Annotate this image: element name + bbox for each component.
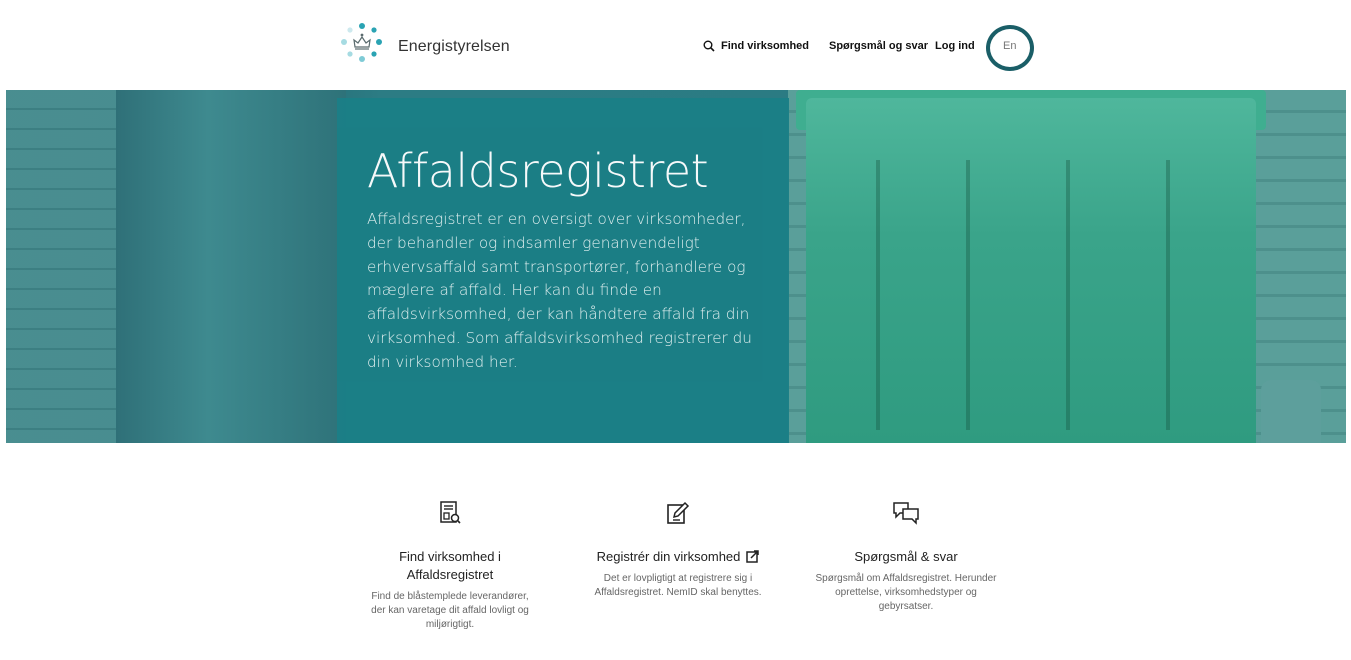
language-switch[interactable]: En — [1003, 40, 1016, 52]
edit-document-icon — [667, 501, 690, 524]
card-register-company[interactable]: Registrér din virksomhed Det er lovpligt… — [583, 500, 773, 600]
site-header: Energistyrelsen Find virksomhed Spørgsmå… — [0, 0, 1351, 90]
nav-find-company[interactable]: Find virksomhed — [703, 40, 813, 52]
hero-background-wall — [6, 90, 116, 443]
card-register-desc: Det er lovpligtigt at registrere sig i A… — [594, 573, 762, 598]
hero-bin-rib — [966, 160, 970, 430]
card-register-title: Registrér din virksomhed — [596, 549, 741, 564]
hero-background-door — [116, 90, 346, 443]
hero-card: Affaldsregistret Affaldsregistret er en … — [337, 98, 789, 443]
card-faq[interactable]: Spørgsmål & svar Spørgsmål om Affaldsreg… — [811, 500, 1001, 614]
crown-logo-icon — [341, 23, 382, 62]
nav-login[interactable]: Log ind — [935, 40, 975, 52]
search-icon — [703, 40, 715, 52]
hero-pipe — [1261, 380, 1321, 443]
hero-bin-rib — [876, 160, 880, 430]
hero-description: Affaldsregistret er en oversigt over vir… — [367, 210, 752, 371]
card-register-title-row[interactable]: Registrér din virksomhed — [583, 548, 773, 566]
nav-faq[interactable]: Spørgsmål og svar — [829, 40, 928, 52]
feature-cards: Find virksomhed i Affaldsregistret Find … — [0, 500, 1351, 660]
nav-find-label: Find virksomhed — [721, 40, 810, 52]
nav-login-label: Log ind — [935, 40, 975, 52]
external-link-icon — [746, 550, 760, 563]
hero-banner: Affaldsregistret Affaldsregistret er en … — [6, 90, 1346, 443]
hero-waste-bin-image — [806, 98, 1256, 443]
brand-name: Energistyrelsen — [398, 38, 510, 55]
language-label: En — [1003, 40, 1017, 52]
card-find-desc: Find de blåstemplede leverandører, der k… — [371, 591, 529, 630]
hero-bin-rib — [1066, 160, 1070, 430]
card-find-company[interactable]: Find virksomhed i Affaldsregistret Find … — [365, 500, 535, 632]
chat-bubbles-icon — [893, 502, 919, 525]
page-title: Affaldsregistret — [367, 144, 709, 198]
nav-faq-label: Spørgsmål og svar — [829, 40, 929, 52]
card-faq-title[interactable]: Spørgsmål & svar — [811, 548, 1001, 566]
hero-bin-rib — [1166, 160, 1170, 430]
card-find-title[interactable]: Find virksomhed i Affaldsregistret — [365, 548, 535, 584]
search-document-icon — [440, 501, 461, 524]
card-faq-desc: Spørgsmål om Affaldsregistret. Herunder … — [815, 573, 997, 612]
brand-logo[interactable]: Energistyrelsen — [334, 22, 510, 72]
